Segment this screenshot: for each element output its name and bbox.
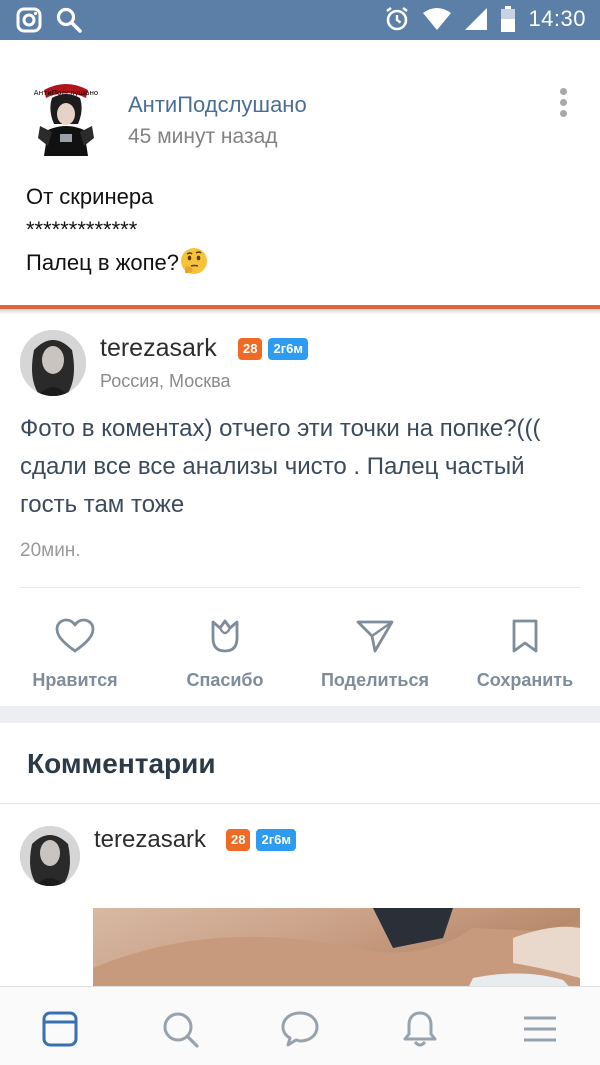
comments-divider (0, 803, 600, 804)
alarm-icon (384, 6, 410, 32)
tulip-icon (150, 618, 300, 654)
comment-avatar[interactable] (20, 826, 80, 886)
thanks-button[interactable]: Спасибо (150, 618, 300, 691)
user-avatar[interactable] (20, 330, 86, 396)
share-icon (300, 618, 450, 654)
post-body: От скринера ************* Палец в жопе? (26, 180, 209, 279)
save-label: Сохранить (476, 670, 574, 690)
post-line-3-wrap: Палец в жопе? (26, 246, 209, 279)
comment-age-badge: 28 (226, 829, 251, 851)
thinking-face-icon (179, 246, 209, 276)
signal-icon (464, 7, 488, 31)
post-line-2: ************* (26, 217, 138, 242)
group-avatar[interactable]: АнтиПодслушано (30, 80, 102, 156)
share-button[interactable]: Поделиться (300, 618, 450, 691)
notifications-icon[interactable] (400, 1009, 440, 1049)
post-line-3: Палец в жопе? (26, 250, 179, 275)
bottom-nav (0, 986, 600, 1065)
status-bar: 14:30 (0, 0, 600, 40)
instagram-icon (16, 7, 42, 33)
like-label: Нравится (32, 670, 118, 690)
post-time: 45 минут назад (128, 125, 278, 148)
section-separator (0, 706, 600, 723)
bookmark-icon (450, 618, 600, 654)
post-line-1: От скринера (26, 184, 154, 209)
comment-badges: 28 2г6м (226, 829, 296, 851)
menu-icon[interactable] (520, 1009, 560, 1049)
wifi-icon (422, 7, 452, 31)
divider (20, 587, 580, 588)
post-text: Фото в коментах) отчего эти точки на поп… (20, 415, 541, 518)
shadow-divider (0, 309, 600, 315)
comment-photo[interactable] (93, 908, 580, 998)
save-button[interactable]: Сохранить (450, 618, 600, 691)
share-label: Поделиться (320, 670, 430, 690)
comment-duration-badge: 2г6м (256, 829, 296, 851)
feed-icon[interactable] (40, 1009, 80, 1049)
battery-icon (500, 6, 516, 32)
thanks-label: Спасибо (186, 670, 264, 690)
username[interactable]: terezasark (100, 334, 217, 363)
post-age: 20мин. (20, 540, 81, 561)
comments-heading: Комментарии (27, 748, 216, 779)
location: Россия, Москва (100, 371, 231, 391)
group-name[interactable]: АнтиПодслушано (128, 92, 307, 118)
search-icon[interactable] (160, 1009, 200, 1049)
heart-icon (0, 618, 150, 654)
user-badges: 28 2г6м (238, 338, 308, 360)
duration-badge: 2г6м (268, 338, 308, 360)
more-options-icon[interactable] (555, 88, 571, 120)
search-icon (56, 7, 82, 33)
action-bar: Нравится Спасибо Поделиться Сохранить (0, 618, 600, 698)
group-post: АнтиПодслушано АнтиПодслушано 45 минут н… (0, 52, 600, 306)
like-button[interactable]: Нравится (0, 618, 150, 691)
comment-username[interactable]: terezasark (94, 826, 206, 854)
clock-time: 14:30 (528, 6, 586, 31)
age-badge: 28 (238, 338, 263, 360)
messages-icon[interactable] (280, 1009, 320, 1049)
